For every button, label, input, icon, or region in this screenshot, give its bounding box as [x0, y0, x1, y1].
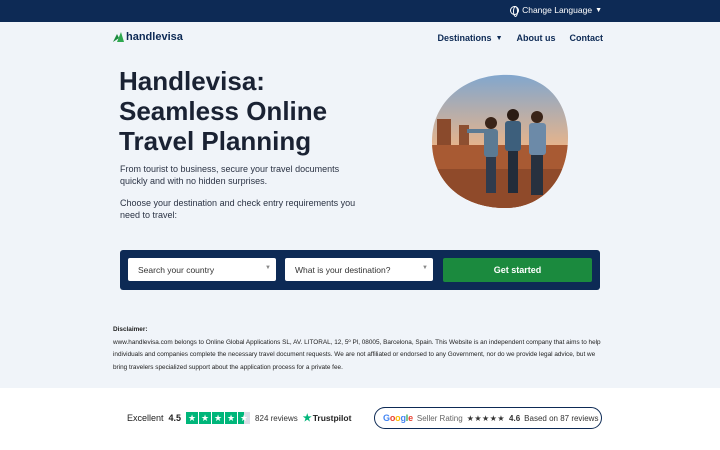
change-language-button[interactable]: Change Language ▼ [510, 5, 602, 17]
trustpilot-reviews: 824 reviews [255, 413, 298, 423]
hero-travelers-image [431, 74, 569, 209]
main-nav: Destinations ▼ About us Contact [438, 33, 603, 43]
trustpilot-star-icon: ★ [186, 412, 199, 424]
trustpilot-star-icon: ★ [238, 412, 251, 424]
visa-search-form: Search your country ▼ What is your desti… [120, 250, 600, 290]
hero-title: Handlevisa: Seamless Online Travel Plann… [119, 66, 328, 156]
trustpilot-rating[interactable]: Excellent 4.5 ★ ★ ★ ★ ★ 824 reviews ★ Trustp… [127, 412, 351, 424]
google-reviews: Based on 87 reviews [524, 413, 599, 423]
trustpilot-star-icon: ★ [199, 412, 212, 424]
country-select-placeholder: Search your country [138, 265, 215, 275]
destination-select-placeholder: What is your destination? [295, 265, 391, 275]
google-score: 4.6 [509, 413, 521, 423]
nav-destinations-label: Destinations [437, 33, 492, 43]
logo-text: handlevisa [126, 31, 183, 43]
header: handlevisa Destinations ▼ About us Conta… [0, 22, 720, 56]
google-stars: ★★★★★ [466, 413, 506, 423]
trustpilot-star-icon: ★ [302, 412, 312, 424]
select-arrow-icon: ▼ [265, 265, 271, 271]
logo[interactable]: handlevisa [113, 31, 183, 43]
top-bar: Change Language ▼ [0, 0, 720, 22]
select-arrow-icon: ▼ [422, 265, 428, 271]
hero-instruction: Choose your destination and check entry … [120, 198, 356, 220]
trustpilot-star-icon: ★ [212, 412, 225, 424]
trustpilot-star-icon: ★ [225, 412, 238, 424]
change-language-label: Change Language [522, 5, 593, 15]
nav-destinations[interactable]: Destinations ▼ [438, 33, 503, 43]
nav-contact[interactable]: Contact [570, 33, 604, 43]
trustpilot-logo: ★ Trustpilot [303, 413, 352, 424]
google-rating-label: Seller Rating [416, 413, 463, 423]
country-select[interactable]: Search your country ▼ [128, 258, 276, 281]
google-seller-rating[interactable]: Google Seller Rating ★★★★★ 4.6 Based on … [374, 407, 602, 429]
logo-icon [113, 32, 124, 42]
trustpilot-score: 4.5 [168, 413, 182, 423]
chevron-down-icon: ▼ [495, 34, 503, 42]
hero-subtitle: From tourist to business, secure your tr… [120, 164, 340, 186]
trustpilot-label: Excellent [127, 413, 164, 423]
google-logo: Google [383, 413, 413, 423]
trustpilot-brand: Trustpilot [312, 413, 352, 423]
disclaimer-title: Disclaimer: [113, 326, 148, 333]
globe-icon [510, 5, 520, 17]
destination-select[interactable]: What is your destination? ▼ [285, 258, 433, 281]
ratings-bar: Excellent 4.5 ★ ★ ★ ★ ★ 824 reviews ★ Trustp… [0, 388, 720, 450]
nav-about[interactable]: About us [517, 33, 556, 43]
disclaimer-text: www.handlevisa.com belongs to Online Glo… [113, 338, 601, 371]
trustpilot-stars: ★ ★ ★ ★ ★ [186, 412, 251, 424]
caret-down-icon: ▼ [595, 6, 602, 14]
get-started-button[interactable]: Get started [443, 258, 592, 282]
disclaimer: Disclaimer: www.handlevisa.com belongs t… [113, 324, 608, 374]
